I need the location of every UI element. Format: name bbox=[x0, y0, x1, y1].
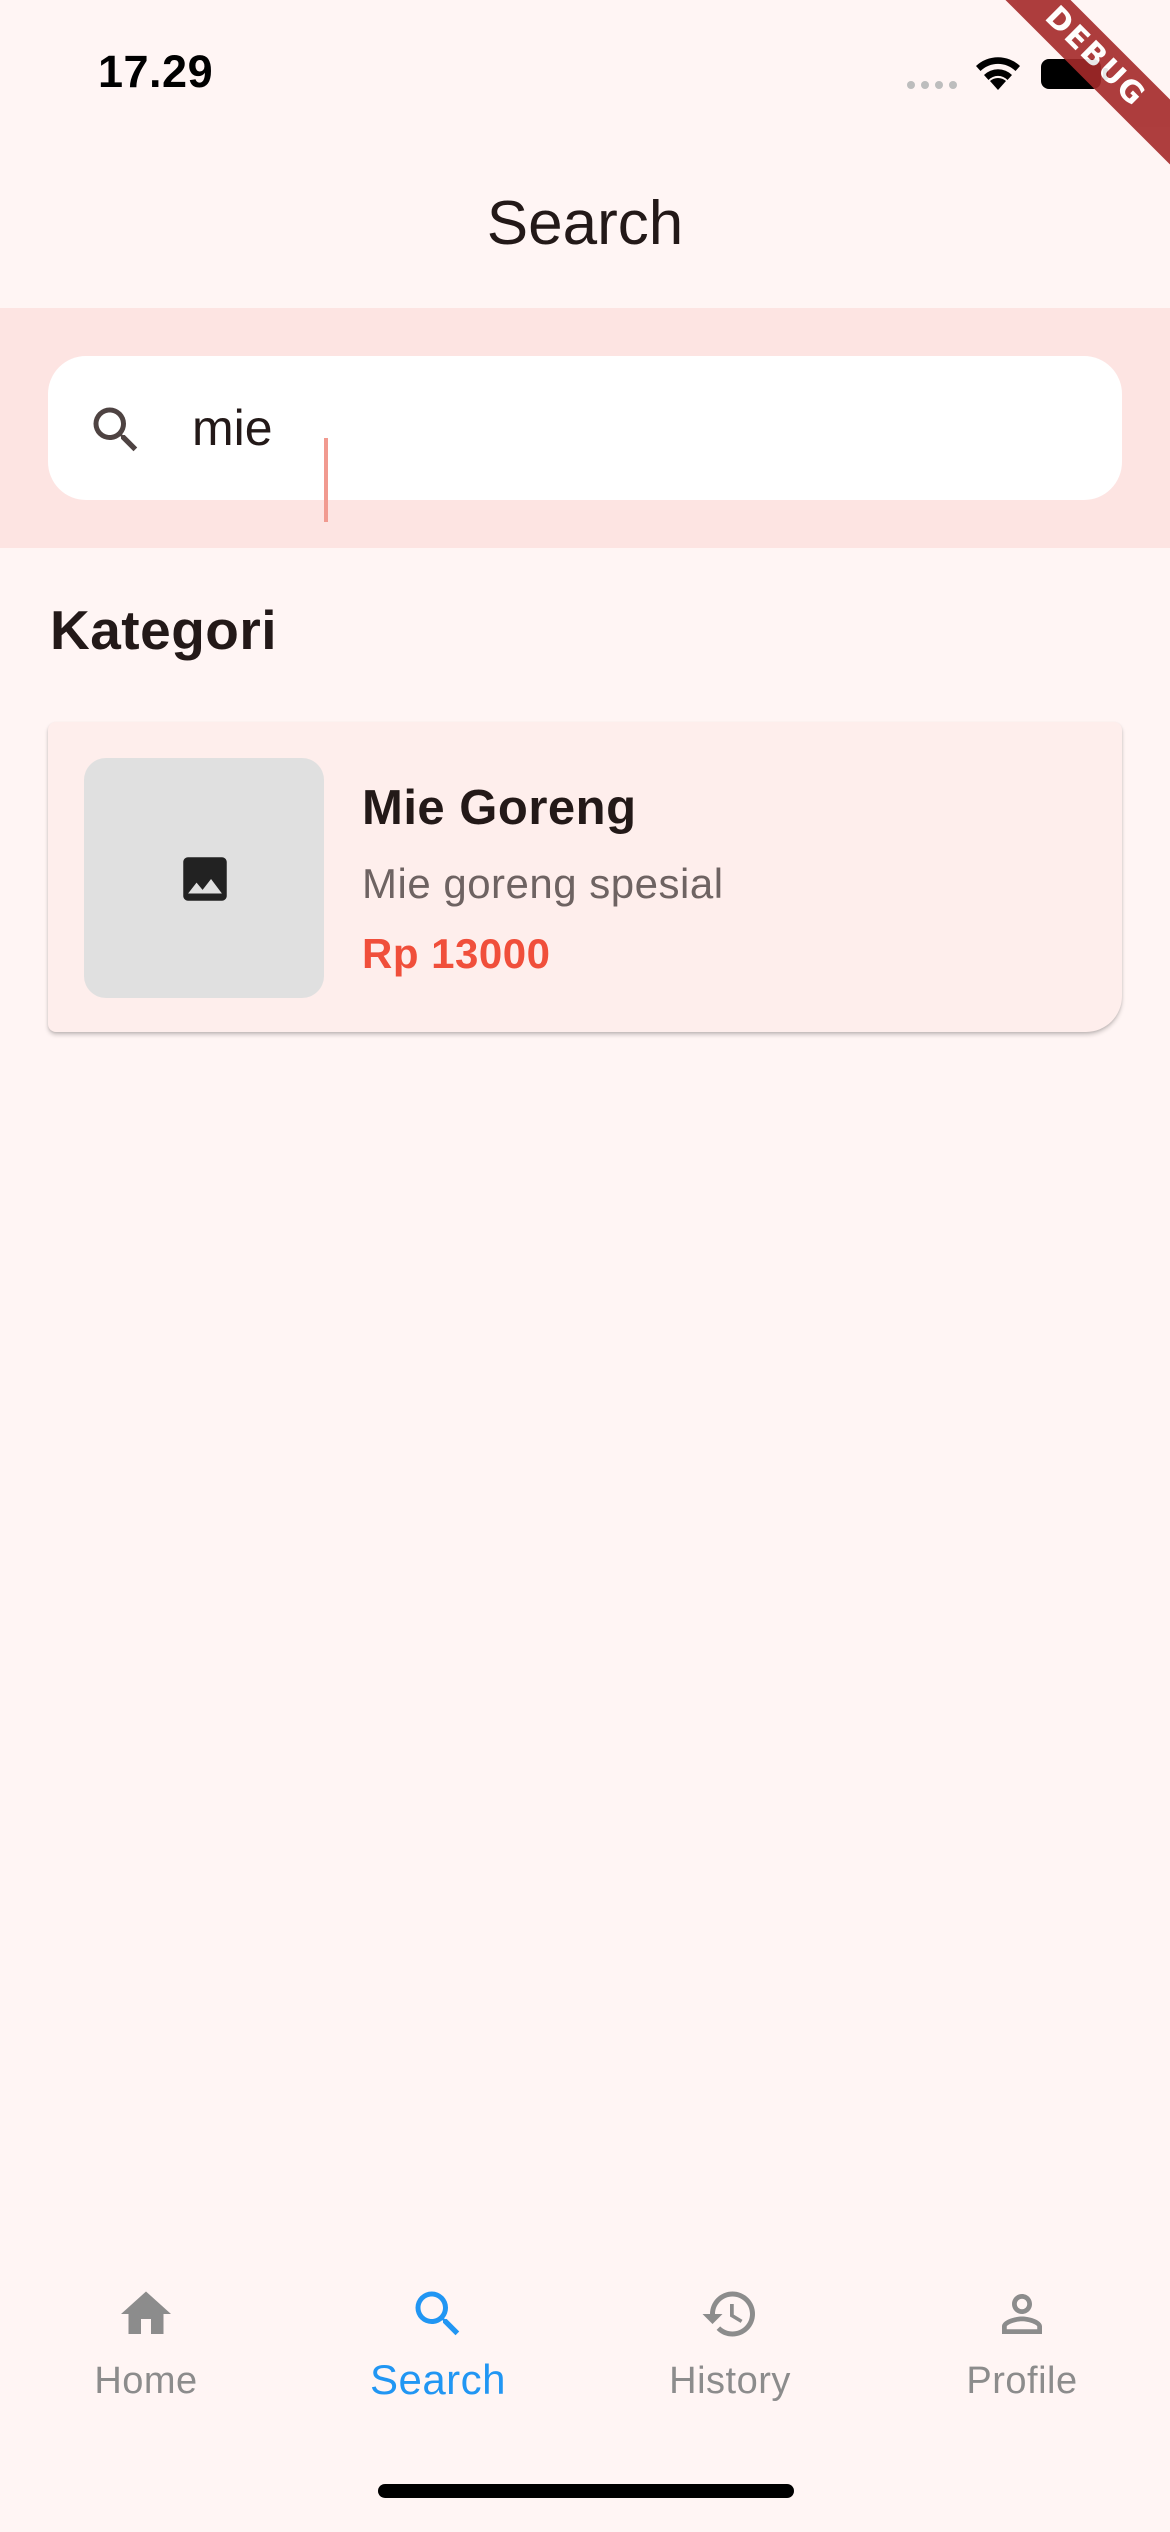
product-name: Mie Goreng bbox=[362, 781, 637, 835]
nav-label-home: Home bbox=[94, 2360, 198, 2402]
signal-icon bbox=[907, 81, 957, 89]
nav-item-history[interactable]: History bbox=[584, 2260, 876, 2440]
product-image-placeholder bbox=[84, 758, 324, 998]
nav-label-search: Search bbox=[369, 2356, 507, 2403]
page-title: Search bbox=[486, 189, 684, 258]
nav-label-history: History bbox=[669, 2360, 791, 2402]
product-price: Rp 13000 bbox=[362, 930, 551, 977]
nav-item-profile[interactable]: Profile bbox=[876, 2260, 1168, 2440]
home-indicator bbox=[378, 2484, 794, 2498]
nav-item-home[interactable]: Home bbox=[0, 2260, 292, 2440]
nav-label-profile: Profile bbox=[966, 2360, 1078, 2402]
bottom-navigation: Home Search History Profile bbox=[0, 2260, 1170, 2440]
search-icon bbox=[415, 2291, 460, 2336]
search-bar-region bbox=[0, 308, 1170, 548]
home-icon bbox=[121, 2291, 171, 2334]
wifi-icon bbox=[976, 57, 1020, 90]
person-icon bbox=[1002, 2294, 1042, 2334]
product-card[interactable]: Mie Goreng Mie goreng spesial Rp 13000 bbox=[48, 722, 1122, 1032]
product-description: Mie goreng spesial bbox=[362, 860, 724, 907]
status-bar: 17.29 bbox=[0, 0, 1170, 150]
section-heading: Kategori bbox=[50, 599, 278, 661]
image-icon bbox=[183, 857, 227, 901]
nav-item-search[interactable]: Search bbox=[292, 2260, 584, 2440]
search-icon bbox=[93, 407, 138, 452]
text-caret bbox=[324, 438, 328, 522]
search-box[interactable] bbox=[48, 356, 1122, 522]
status-time: 17.29 bbox=[98, 46, 214, 97]
history-icon bbox=[702, 2291, 755, 2337]
